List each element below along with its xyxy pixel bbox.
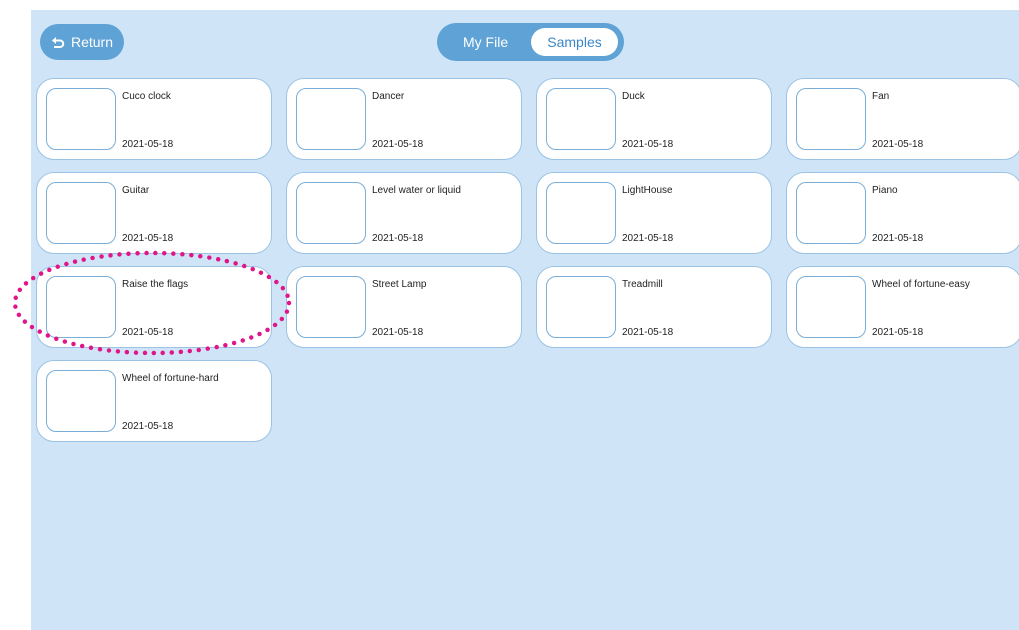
sample-thumbnail <box>46 276 116 338</box>
sample-card-cuco-clock[interactable]: Cuco clock 2021-05-18 <box>36 78 272 160</box>
sample-title: Duck <box>622 91 645 102</box>
return-label: Return <box>70 34 114 50</box>
sample-title: Wheel of fortune-hard <box>122 373 219 384</box>
sample-title: Guitar <box>122 185 150 196</box>
sample-title: Street Lamp <box>372 279 427 290</box>
sample-date: 2021-05-18 <box>872 327 924 338</box>
sample-card-wheel-easy[interactable]: Wheel of fortune-easy 2021-05-18 <box>786 266 1019 348</box>
sample-thumbnail <box>296 276 366 338</box>
sample-date: 2021-05-18 <box>122 327 174 338</box>
sample-title: Wheel of fortune-easy <box>872 279 970 290</box>
sample-grid: Cuco clock 2021-05-18 Dancer 2021-05-18 … <box>36 78 1019 442</box>
sample-date: 2021-05-18 <box>872 233 924 244</box>
sample-date: 2021-05-18 <box>372 139 424 150</box>
sample-thumbnail <box>546 88 616 150</box>
sample-thumbnail <box>46 370 116 432</box>
sample-card-lighthouse[interactable]: LightHouse 2021-05-18 <box>536 172 772 254</box>
sample-thumbnail <box>296 182 366 244</box>
sample-thumbnail <box>796 182 866 244</box>
sample-date: 2021-05-18 <box>872 139 924 150</box>
sample-card-piano[interactable]: Piano 2021-05-18 <box>786 172 1019 254</box>
tab-samples[interactable]: Samples <box>531 28 618 56</box>
sample-card-guitar[interactable]: Guitar 2021-05-18 <box>36 172 272 254</box>
return-arrow-icon <box>51 36 65 48</box>
sample-date: 2021-05-18 <box>372 233 424 244</box>
sample-title: Fan <box>872 91 890 102</box>
return-button[interactable]: Return <box>40 24 124 60</box>
sample-date: 2021-05-18 <box>372 327 424 338</box>
sample-date: 2021-05-18 <box>122 139 174 150</box>
sample-date: 2021-05-18 <box>622 327 674 338</box>
sample-title: Piano <box>872 185 898 196</box>
sample-date: 2021-05-18 <box>622 233 674 244</box>
sample-card-fan[interactable]: Fan 2021-05-18 <box>786 78 1019 160</box>
sample-thumbnail <box>46 182 116 244</box>
sample-title: Level water or liquid <box>372 185 461 196</box>
sample-thumbnail <box>46 88 116 150</box>
sample-date: 2021-05-18 <box>122 421 174 432</box>
sample-thumbnail <box>796 88 866 150</box>
sample-card-dancer[interactable]: Dancer 2021-05-18 <box>286 78 522 160</box>
sample-card-level-water[interactable]: Level water or liquid 2021-05-18 <box>286 172 522 254</box>
sample-thumbnail <box>296 88 366 150</box>
sample-title: Raise the flags <box>122 279 189 290</box>
sample-date: 2021-05-18 <box>622 139 674 150</box>
sample-title: LightHouse <box>622 185 673 196</box>
sample-thumbnail <box>796 276 866 338</box>
sample-title: Dancer <box>372 91 405 102</box>
sample-date: 2021-05-18 <box>122 233 174 244</box>
sample-title: Treadmill <box>622 279 663 290</box>
sample-card-raise-the-flags[interactable]: Raise the flags 2021-05-18 <box>36 266 272 348</box>
sample-card-treadmill[interactable]: Treadmill 2021-05-18 <box>536 266 772 348</box>
sample-card-street-lamp[interactable]: Street Lamp 2021-05-18 <box>286 266 522 348</box>
sample-thumbnail <box>546 276 616 338</box>
sample-card-wheel-hard[interactable]: Wheel of fortune-hard 2021-05-18 <box>36 360 272 442</box>
samples-screen: Return My File Samples Cuco clock 2021-0… <box>31 10 1019 630</box>
tab-my-file[interactable]: My File <box>463 23 508 61</box>
sample-thumbnail <box>546 182 616 244</box>
sample-title: Cuco clock <box>122 91 171 102</box>
file-source-toggle: My File Samples <box>437 23 624 61</box>
sample-card-duck[interactable]: Duck 2021-05-18 <box>536 78 772 160</box>
